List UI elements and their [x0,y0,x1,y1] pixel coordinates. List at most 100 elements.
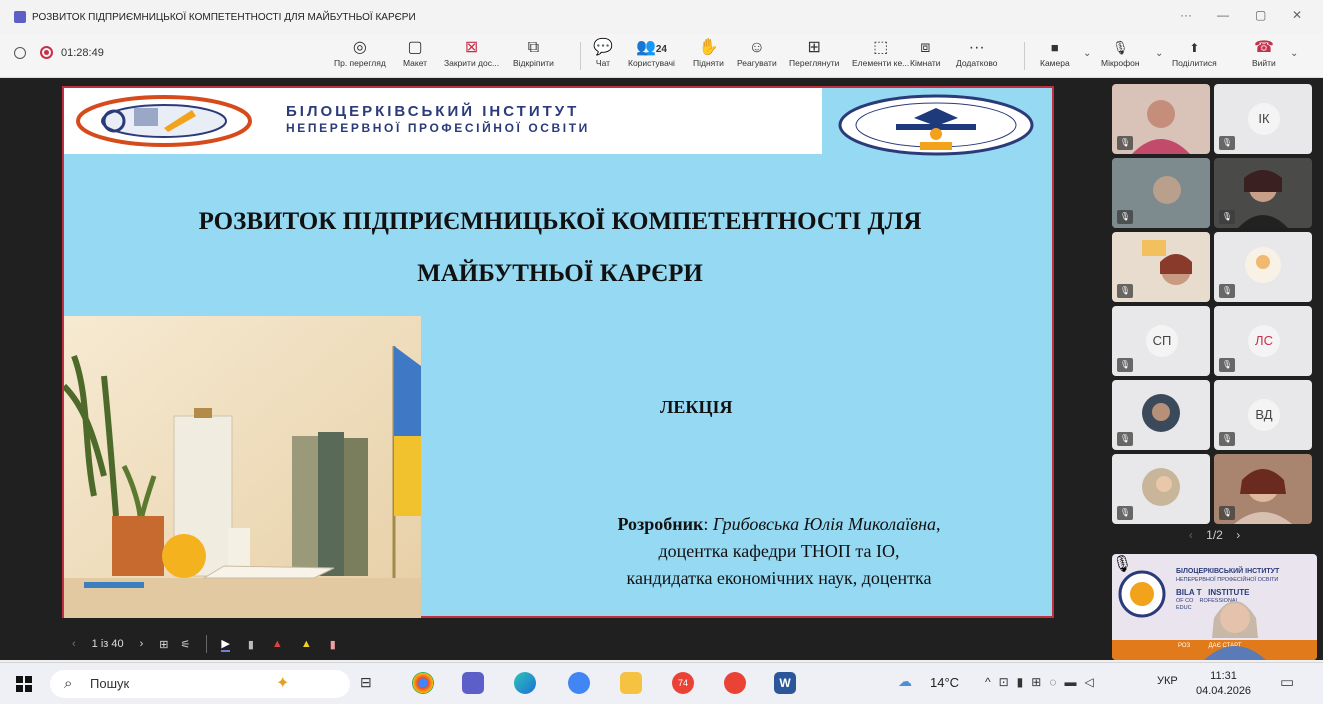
microphone-button[interactable]: 🎙 Мікрофон [1101,38,1140,68]
restore-button[interactable]: ▢ [1255,8,1266,22]
presenter-self-view[interactable]: БІЛОЦЕРКІВСЬКИЙ ІНСТИТУТ НЕПЕРЕРВНОЇ ПРО… [1112,554,1317,660]
chrome-alt-profile-icon[interactable] [724,672,746,694]
grid-view-icon[interactable]: ⊞ [159,638,168,651]
participant-initials: ЛС [1248,325,1280,357]
leave-options-chevron-icon[interactable]: ⌄ [1290,48,1298,59]
share-button[interactable]: ⬆ Поділитися [1172,38,1217,68]
participant-tile[interactable]: 🎙 [1112,380,1210,450]
microphone-muted-icon: 🎙 [1219,432,1235,446]
microphone-muted-icon: 🎙 [1117,432,1133,446]
more-options-button[interactable]: ··· [1180,8,1192,22]
participant-tile[interactable]: 🎙 [1112,84,1210,154]
more-icon: ··· [968,39,985,56]
chat-button[interactable]: 💬 Чат [593,38,613,68]
microphone-options-chevron-icon[interactable]: ⌄ [1155,48,1163,59]
slide-title-line2: МАЙБУТНЬОЇ КАРЄРИ [417,260,703,287]
more-button[interactable]: ··· Додатково [956,38,997,68]
presenter-video [1204,601,1266,660]
participant-tile[interactable]: 🎙 [1112,454,1210,524]
microphone-muted-icon: 🎙 [1117,506,1133,520]
participant-tile[interactable]: СП 🎙 [1112,306,1210,376]
preview-button[interactable]: ◎ Пр. перегляд [334,38,386,68]
chrome-icon[interactable] [412,672,434,694]
gallery-pager: ‹ 1/2 › [1106,528,1323,542]
weather-icon: ☁ [898,673,912,689]
windows-taskbar: ⌕ Пошук ✦ ⊟ 74 W ☁ 14°C ^⊡▮⊞◌▬◁ УКР 11:3… [0,662,1323,704]
previous-slide-button[interactable]: ‹ [72,638,76,650]
raise-hand-button[interactable]: ✋ Підняти [693,38,724,68]
banner-line5: EDUC [1176,605,1192,611]
apps-button[interactable]: ⬚ Елементи ке... [852,38,909,68]
author-label: Розробник [617,514,704,534]
gallery-page-indicator: 1/2 [1206,528,1223,542]
system-tray-icons[interactable]: ^⊡▮⊞◌▬◁ [985,675,1102,689]
participant-tile[interactable]: 🎙 [1214,232,1312,302]
highlighter-icon[interactable]: ▲ [301,638,312,650]
word-icon[interactable]: W [774,672,796,694]
teams-icon[interactable] [462,672,484,694]
meeting-timer: 01:28:49 [61,46,104,59]
taskbar-clock[interactable]: 11:31 04.04.2026 [1196,669,1251,699]
leave-button[interactable]: ☎ Вийти [1252,38,1276,68]
gallery-next-button[interactable]: › [1236,528,1240,542]
windows-start-icon[interactable] [16,676,32,692]
window-title-bar: РОЗВИТОК ПІДПРИЄМНИЦЬКОЇ КОМПЕТЕНТНОСТІ … [0,0,1323,34]
participants-count: 24 [655,44,667,55]
participant-tile[interactable]: 🎙 [1214,158,1312,228]
institute-name-line1: БІЛОЦЕРКІВСЬКИЙ ІНСТИТУТ [286,103,580,120]
next-slide-button[interactable]: › [140,638,144,650]
leave-icon: ☎ [1253,39,1274,56]
people-button[interactable]: 👥24 Користувачі [628,38,675,68]
unpin-button[interactable]: ⧉ Відкріпити [513,38,554,68]
view-button[interactable]: ⊞ Переглянути [789,38,839,68]
participant-tile[interactable]: ВД 🎙 [1214,380,1312,450]
keyboard-language[interactable]: УКР [1157,675,1178,687]
institute-left-logo [76,95,252,147]
rooms-icon: ⧈ [920,39,931,56]
camera-options-chevron-icon[interactable]: ⌄ [1083,48,1091,59]
settings-sliders-icon[interactable]: ⚟ [181,638,191,651]
task-view-icon[interactable]: ⊟ [360,674,372,691]
react-icon: ☺ [748,39,766,56]
file-explorer-icon[interactable] [620,672,642,694]
toolbar-divider [580,42,581,70]
slide-title: РОЗВИТОК ПІДПРИЄМНИЦЬКОЇ КОМПЕТЕНТНОСТІ … [84,196,1036,300]
camera-button[interactable]: ■ Камера [1040,38,1070,68]
layout-button[interactable]: ▢ Макет [403,38,427,68]
close-button[interactable]: ✕ [1292,8,1302,22]
chrome-notifications-icon[interactable]: 74 [672,672,694,694]
stop-sharing-button[interactable]: ⊠ Закрити дос... [444,38,499,68]
chat-icon: 💬 [593,39,613,56]
share-icon: ⬆ [1189,41,1200,55]
chrome-profile-icon[interactable] [568,672,590,694]
react-button[interactable]: ☺ Реагувати [737,38,777,68]
participant-tile[interactable]: 🎙 [1112,158,1210,228]
participant-initials: СП [1146,325,1178,357]
author-block: Розробник: Грибовська Юлія Миколаївна, д… [514,511,1044,592]
institute-name-line2: НЕПЕРЕРВНОЇ ПРОФЕСІЙНОЇ ОСВІТИ [286,121,590,135]
participant-tile[interactable]: 🎙 [1214,454,1312,524]
eraser-icon[interactable]: ▮ [330,638,336,651]
participant-tile[interactable]: ЛС 🎙 [1214,306,1312,376]
author-line2: доцентка кафедри ТНОП та ІО, [658,541,900,561]
microphone-muted-icon: 🎙 [1117,284,1133,298]
slide-header: БІЛОЦЕРКІВСЬКИЙ ІНСТИТУТ НЕПЕРЕРВНОЇ ПРО… [64,88,822,154]
participants-gallery: 🎙 ІК 🎙 🎙 🎙 🎙 🎙 СП 🎙 ЛС 🎙 🎙 ВД 🎙 🎙 🎙 БІЛО… [1106,78,1323,660]
search-placeholder: Пошук [90,676,130,691]
edge-icon[interactable] [514,672,536,694]
gallery-prev-button[interactable]: ‹ [1189,528,1193,542]
participant-tile[interactable]: 🎙 [1112,232,1210,302]
pointer-tool-icon[interactable]: ▶ [221,637,230,652]
participant-tile[interactable]: ІК 🎙 [1214,84,1312,154]
notifications-icon[interactable]: ▭ [1280,673,1294,691]
author-line1: Розробник: Грибовська Юлія Миколаївна, [617,514,941,534]
pen-red-icon[interactable]: ▲ [272,638,283,650]
microphone-muted-icon: 🎙 [1219,210,1235,224]
taskbar-search-box[interactable]: ⌕ Пошук ✦ [50,670,350,698]
rooms-button[interactable]: ⧈ Кімнати [910,38,941,68]
microphone-muted-icon: 🎙 [1219,284,1235,298]
pen-black-icon[interactable]: ▮ [248,638,254,651]
meeting-toolbar: 01:28:49 ◎ Пр. перегляд ▢ Макет ⊠ Закрит… [0,34,1323,78]
minimize-button[interactable]: — [1217,8,1229,22]
weather-temperature[interactable]: 14°C [930,675,959,690]
